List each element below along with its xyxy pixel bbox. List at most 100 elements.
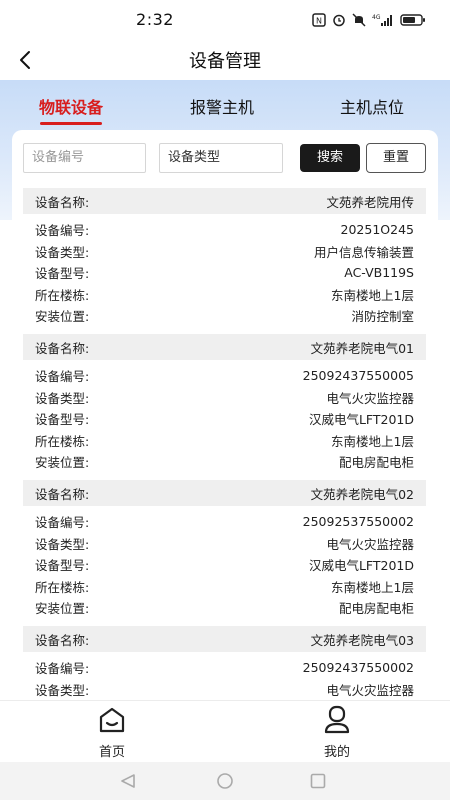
device-building: 东南楼地上1层 (331, 287, 414, 303)
device-row: 设备型号: 汉威电气LFT201D (23, 554, 426, 576)
device-row: 设备编号: 25092437550002 (23, 657, 426, 679)
device-name: 文苑养老院电气01 (310, 340, 414, 356)
field-label-name: 设备名称: (35, 194, 90, 210)
tab-bar: 物联设备 报警主机 主机点位 (0, 80, 450, 130)
system-back-icon[interactable] (118, 772, 138, 790)
device-row: 设备编号: 25092537550002 (23, 511, 426, 533)
field-label-location: 安装位置: (35, 309, 90, 325)
field-label-location: 安装位置: (35, 601, 90, 617)
field-label-model: 设备型号: (35, 558, 90, 574)
field-label-building: 所在楼栋: (35, 433, 90, 449)
device-number: 25092437550002 (302, 660, 414, 676)
nav-home-label: 首页 (98, 745, 125, 760)
mute-icon (352, 13, 366, 27)
device-row: 所在楼栋: 东南楼地上1层 (23, 284, 426, 306)
field-label-building: 所在楼栋: (35, 287, 90, 303)
field-label-name: 设备名称: (35, 340, 90, 356)
field-label-location: 安装位置: (35, 455, 90, 471)
field-label-building: 所在楼栋: (35, 579, 90, 595)
device-type: 电气火灾监控器 (326, 536, 414, 552)
nav-mine[interactable]: 我的 (297, 705, 377, 760)
device-type: 电气火灾监控器 (326, 390, 414, 406)
device-type: 用户信息传输装置 (313, 244, 414, 260)
field-label-model: 设备型号: (35, 266, 90, 282)
device-row: 安装位置: 消防控制室 (23, 305, 426, 327)
device-item[interactable]: 设备名称: 文苑养老院电气01 设备编号: 25092437550005 设备类… (23, 334, 426, 480)
device-number-input[interactable]: 设备编号 (23, 143, 146, 173)
reset-button[interactable]: 重置 (366, 143, 426, 173)
nfc-icon: N (312, 13, 326, 27)
svg-text:4G: 4G (372, 14, 381, 21)
device-row: 设备编号: 25092437550005 (23, 365, 426, 387)
search-row: 设备编号 设备类型 搜索 重置 (12, 130, 438, 184)
device-name: 文苑养老院电气03 (310, 632, 414, 648)
device-location: 配电房配电柜 (338, 601, 414, 617)
field-label-number: 设备编号: (35, 661, 90, 677)
field-label-type: 设备类型: (35, 390, 90, 406)
status-time: 2:32 (136, 10, 174, 29)
device-item[interactable]: 设备名称: 文苑养老院电气02 设备编号: 25092537550002 设备类… (23, 480, 426, 626)
device-header-row: 设备名称: 文苑养老院用传 (23, 188, 426, 214)
search-button[interactable]: 搜索 (300, 144, 360, 172)
tab-alarm-host[interactable]: 报警主机 (190, 94, 254, 118)
tab-host-points[interactable]: 主机点位 (340, 94, 404, 118)
bottom-nav: 首页 我的 (0, 700, 450, 762)
device-building: 东南楼地上1层 (331, 579, 414, 595)
device-row: 设备类型: 用户信息传输装置 (23, 241, 426, 263)
field-label-name: 设备名称: (35, 632, 90, 648)
svg-text:N: N (316, 17, 322, 26)
device-row: 所在楼栋: 东南楼地上1层 (23, 430, 426, 452)
device-number: 20251O245 (340, 222, 414, 238)
nav-mine-label: 我的 (323, 745, 350, 760)
device-location: 配电房配电柜 (338, 455, 414, 471)
device-name: 文苑养老院用传 (326, 194, 414, 210)
device-model: 汉威电气LFT201D (308, 412, 414, 428)
device-location: 消防控制室 (351, 309, 414, 325)
field-label-type: 设备类型: (35, 244, 90, 260)
field-label-name: 设备名称: (35, 486, 90, 502)
system-nav-bar (0, 762, 450, 800)
device-list-card: 设备编号 设备类型 搜索 重置 设备名称: 文苑养老院用传 设备编号: 2025… (12, 130, 438, 700)
device-row: 设备类型: 电气火灾监控器 (23, 679, 426, 701)
device-row: 安装位置: 配电房配电柜 (23, 597, 426, 619)
device-row: 设备型号: AC-VB119S (23, 262, 426, 284)
device-type: 电气火灾监控器 (326, 682, 414, 698)
field-label-number: 设备编号: (35, 369, 90, 385)
system-recent-icon[interactable] (308, 772, 328, 790)
signal-icon: 4G (372, 13, 394, 27)
device-type-select[interactable]: 设备类型 (159, 143, 283, 173)
device-item[interactable]: 设备名称: 文苑养老院电气03 设备编号: 25092437550002 设备类… (23, 626, 426, 700)
user-icon (297, 705, 377, 735)
alarm-icon (332, 13, 346, 27)
field-label-number: 设备编号: (35, 223, 90, 239)
battery-icon (400, 13, 426, 27)
field-label-type: 设备类型: (35, 682, 90, 698)
device-row: 所在楼栋: 东南楼地上1层 (23, 576, 426, 598)
device-name: 文苑养老院电气02 (310, 486, 414, 502)
device-row: 安装位置: 配电房配电柜 (23, 451, 426, 473)
device-header-row: 设备名称: 文苑养老院电气03 (23, 626, 426, 652)
status-bar: 2:32 N 4G (0, 0, 450, 40)
field-label-number: 设备编号: (35, 515, 90, 531)
device-row: 设备类型: 电气火灾监控器 (23, 387, 426, 409)
device-number: 25092437550005 (302, 368, 414, 384)
header: 设备管理 (0, 40, 450, 80)
active-tab-indicator (40, 122, 102, 125)
device-row: 设备型号: 汉威电气LFT201D (23, 408, 426, 430)
device-list[interactable]: 设备名称: 文苑养老院用传 设备编号: 20251O245 设备类型: 用户信息… (23, 188, 426, 700)
nav-home[interactable]: 首页 (72, 705, 152, 760)
status-icons: N 4G (312, 11, 426, 29)
device-building: 东南楼地上1层 (331, 433, 414, 449)
tab-iot-devices[interactable]: 物联设备 (39, 94, 103, 118)
device-header-row: 设备名称: 文苑养老院电气02 (23, 480, 426, 506)
device-header-row: 设备名称: 文苑养老院电气01 (23, 334, 426, 360)
system-home-icon[interactable] (215, 772, 235, 790)
device-item[interactable]: 设备名称: 文苑养老院用传 设备编号: 20251O245 设备类型: 用户信息… (23, 188, 426, 334)
device-number: 25092537550002 (302, 514, 414, 530)
field-label-type: 设备类型: (35, 536, 90, 552)
field-label-model: 设备型号: (35, 412, 90, 428)
page-title: 设备管理 (189, 51, 261, 72)
device-row: 设备编号: 20251O245 (23, 219, 426, 241)
device-model: AC-VB119S (344, 265, 414, 281)
device-model: 汉威电气LFT201D (308, 558, 414, 574)
